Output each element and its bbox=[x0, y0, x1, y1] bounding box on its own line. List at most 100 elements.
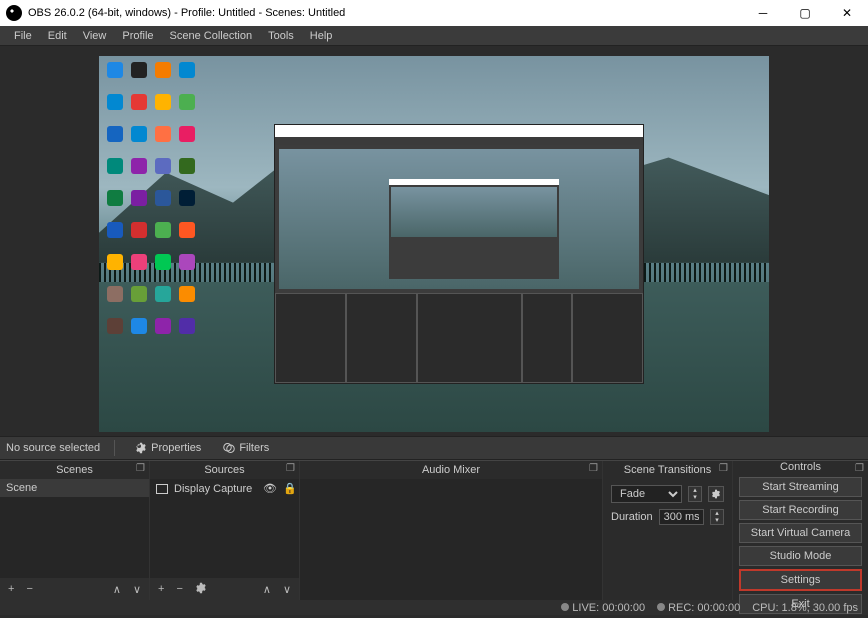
live-dot-icon bbox=[561, 603, 569, 611]
desktop-icon bbox=[179, 286, 195, 302]
desktop-icon bbox=[179, 94, 195, 110]
start-streaming-button[interactable]: Start Streaming bbox=[739, 477, 862, 497]
desktop-icon bbox=[107, 286, 123, 302]
source-properties-button[interactable] bbox=[191, 582, 211, 597]
popout-icon[interactable]: ❐ bbox=[855, 463, 864, 474]
close-button[interactable]: ✕ bbox=[826, 0, 868, 26]
desktop-icon bbox=[179, 190, 195, 206]
menu-edit[interactable]: Edit bbox=[40, 28, 75, 44]
sources-panel: Sources ❐ Display Capture 👁 🔒 + − ∧ ∨ bbox=[150, 461, 300, 600]
desktop-icon bbox=[107, 222, 123, 238]
desktop-icon bbox=[107, 318, 123, 334]
menubar: File Edit View Profile Scene Collection … bbox=[0, 26, 868, 46]
desktop-icon bbox=[131, 254, 147, 270]
maximize-button[interactable]: ▢ bbox=[784, 0, 826, 26]
popout-icon[interactable]: ❐ bbox=[589, 463, 598, 474]
preview-canvas bbox=[99, 56, 769, 432]
desktop-icon bbox=[131, 94, 147, 110]
desktop-icon bbox=[131, 158, 147, 174]
minimize-button[interactable]: ─ bbox=[742, 0, 784, 26]
menu-scene-collection[interactable]: Scene Collection bbox=[162, 28, 261, 44]
desktop-icon bbox=[107, 190, 123, 206]
menu-view[interactable]: View bbox=[75, 28, 115, 44]
desktop-icon bbox=[155, 222, 171, 238]
monitor-icon bbox=[156, 484, 168, 494]
desktop-icons bbox=[107, 62, 197, 340]
desktop-icon bbox=[107, 94, 123, 110]
nested-obs-window bbox=[274, 124, 644, 384]
properties-button[interactable]: Properties bbox=[129, 440, 207, 456]
menu-file[interactable]: File bbox=[6, 28, 40, 44]
scenes-title: Scenes bbox=[56, 464, 93, 476]
start-recording-button[interactable]: Start Recording bbox=[739, 500, 862, 520]
desktop-icon bbox=[131, 286, 147, 302]
status-rec: REC: 00:00:00 bbox=[657, 602, 740, 614]
popout-icon[interactable]: ❐ bbox=[136, 463, 145, 474]
desktop-icon bbox=[131, 222, 147, 238]
remove-source-button[interactable]: − bbox=[172, 583, 186, 595]
desktop-icon bbox=[107, 126, 123, 142]
studio-mode-button[interactable]: Studio Mode bbox=[739, 546, 862, 566]
desktop-icon bbox=[155, 286, 171, 302]
desktop-icon bbox=[131, 190, 147, 206]
window-title: OBS 26.0.2 (64-bit, windows) - Profile: … bbox=[28, 7, 742, 19]
desktop-icon bbox=[179, 254, 195, 270]
desktop-icon bbox=[155, 62, 171, 78]
desktop-icon bbox=[179, 158, 195, 174]
remove-scene-button[interactable]: − bbox=[22, 583, 36, 595]
desktop-icon bbox=[131, 318, 147, 334]
add-scene-button[interactable]: + bbox=[4, 583, 18, 595]
transition-select[interactable]: Fade bbox=[611, 485, 682, 503]
eye-icon[interactable]: 👁 bbox=[263, 482, 277, 495]
desktop-icon bbox=[179, 126, 195, 142]
audio-mixer-title: Audio Mixer bbox=[422, 464, 480, 476]
duration-input[interactable] bbox=[659, 509, 704, 525]
start-virtual-camera-button[interactable]: Start Virtual Camera bbox=[739, 523, 862, 543]
add-source-button[interactable]: + bbox=[154, 583, 168, 595]
desktop-icon bbox=[131, 126, 147, 142]
dock-panels: Scenes ❐ Scene + − ∧ ∨ Sources ❐ Display… bbox=[0, 460, 868, 600]
desktop-icon bbox=[155, 254, 171, 270]
audio-mixer-panel: Audio Mixer ❐ bbox=[300, 461, 603, 600]
transition-spin[interactable]: ▴▾ bbox=[688, 486, 702, 502]
statusbar: LIVE: 00:00:00 REC: 00:00:00 CPU: 1.8%, … bbox=[0, 600, 868, 615]
gear-icon bbox=[135, 442, 147, 454]
scene-up-button[interactable]: ∧ bbox=[109, 583, 125, 596]
transitions-title: Scene Transitions bbox=[624, 464, 711, 476]
menu-profile[interactable]: Profile bbox=[114, 28, 161, 44]
obs-logo-icon bbox=[6, 5, 22, 21]
popout-icon[interactable]: ❐ bbox=[286, 463, 295, 474]
desktop-icon bbox=[179, 222, 195, 238]
status-cpu: CPU: 1.8%, 30.00 fps bbox=[752, 602, 858, 614]
preview-area[interactable] bbox=[0, 46, 868, 436]
desktop-icon bbox=[155, 318, 171, 334]
scene-item[interactable]: Scene bbox=[0, 479, 149, 497]
desktop-icon bbox=[107, 254, 123, 270]
desktop-icon bbox=[155, 94, 171, 110]
controls-panel: Controls ❐ Start Streaming Start Recordi… bbox=[733, 461, 868, 600]
titlebar: OBS 26.0.2 (64-bit, windows) - Profile: … bbox=[0, 0, 868, 26]
popout-icon[interactable]: ❐ bbox=[719, 463, 728, 474]
duration-spin[interactable]: ▴▾ bbox=[710, 509, 724, 525]
desktop-icon bbox=[107, 62, 123, 78]
duration-label: Duration bbox=[611, 511, 653, 523]
desktop-icon bbox=[155, 126, 171, 142]
desktop-icon bbox=[107, 158, 123, 174]
rec-dot-icon bbox=[657, 603, 665, 611]
controls-title: Controls bbox=[780, 461, 821, 473]
desktop-icon bbox=[155, 190, 171, 206]
filters-button[interactable]: Filters bbox=[217, 440, 275, 456]
filter-icon bbox=[223, 442, 235, 454]
menu-tools[interactable]: Tools bbox=[260, 28, 302, 44]
lock-icon[interactable]: 🔒 bbox=[283, 482, 293, 495]
desktop-icon bbox=[131, 62, 147, 78]
desktop-icon bbox=[179, 318, 195, 334]
source-up-button[interactable]: ∧ bbox=[259, 583, 275, 596]
settings-button[interactable]: Settings bbox=[739, 569, 862, 591]
source-item[interactable]: Display Capture 👁 🔒 bbox=[150, 479, 299, 498]
scene-down-button[interactable]: ∨ bbox=[129, 583, 145, 596]
menu-help[interactable]: Help bbox=[302, 28, 341, 44]
source-down-button[interactable]: ∨ bbox=[279, 583, 295, 596]
status-live: LIVE: 00:00:00 bbox=[561, 602, 645, 614]
transition-settings-button[interactable] bbox=[708, 486, 724, 502]
